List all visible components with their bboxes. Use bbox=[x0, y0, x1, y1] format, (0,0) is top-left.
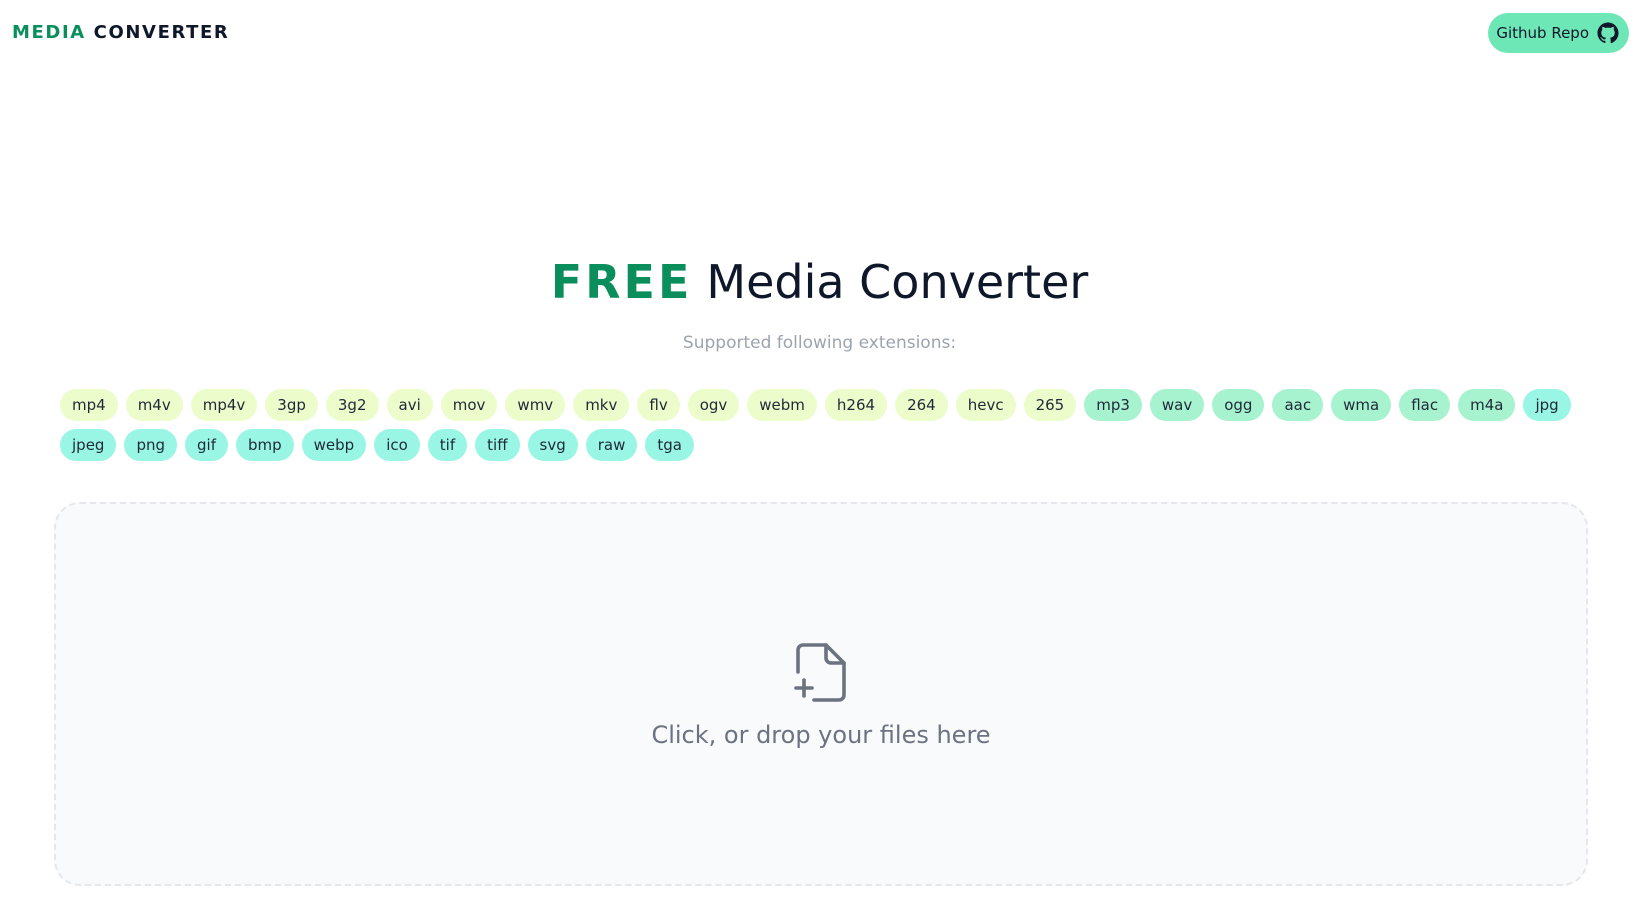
extension-chip-video: 3g2 bbox=[325, 389, 379, 421]
extension-chip-image: bmp bbox=[236, 429, 294, 461]
extension-chip-video: m4v bbox=[125, 389, 183, 421]
github-icon bbox=[1597, 22, 1619, 44]
extension-chip-audio: mp3 bbox=[1084, 389, 1142, 421]
extension-chip-video: webm bbox=[747, 389, 817, 421]
logo[interactable]: MEDIA CONVERTER bbox=[12, 20, 229, 46]
extension-chip-image: png bbox=[124, 429, 178, 461]
github-repo-button[interactable]: Github Repo bbox=[1488, 13, 1629, 53]
title-accent: FREE bbox=[550, 255, 693, 309]
extension-list: mp4 m4v mp4v 3gp 3g2 avi mov wmv mkv flv ogv webm h2… bbox=[60, 389, 1600, 461]
navbar: MEDIA CONVERTER Github Repo bbox=[0, 0, 1639, 66]
extension-chip-audio: flac bbox=[1399, 389, 1451, 421]
extension-chip-audio: ogg bbox=[1212, 389, 1265, 421]
subtitle: Supported following extensions: bbox=[682, 333, 957, 353]
extension-chip-image: tif bbox=[427, 429, 468, 461]
extension-chip-image: jpg bbox=[1523, 389, 1571, 421]
extension-chip-video: h264 bbox=[824, 389, 888, 421]
extension-chip-video: mp4v bbox=[190, 389, 258, 421]
extension-chip-video: mkv bbox=[573, 389, 630, 421]
extension-chip-video: 3gp bbox=[265, 389, 318, 421]
extension-chip-image: raw bbox=[585, 429, 638, 461]
extension-chip-video: mp4 bbox=[60, 389, 118, 421]
page-title: FREE Media Converter bbox=[0, 254, 1639, 310]
file-plus-icon bbox=[794, 642, 848, 702]
logo-accent: MEDIA bbox=[12, 22, 86, 43]
github-button-label: Github Repo bbox=[1496, 24, 1589, 42]
extension-chip-audio: wav bbox=[1149, 389, 1205, 421]
extension-chip-video: mov bbox=[440, 389, 498, 421]
extension-chip-image: jpeg bbox=[60, 429, 117, 461]
extension-chip-audio: aac bbox=[1272, 389, 1324, 421]
dropzone-text: Click, or drop your files here bbox=[651, 721, 991, 749]
extension-chip-video: 264 bbox=[895, 389, 948, 421]
extension-chip-video: avi bbox=[386, 389, 433, 421]
title-text: Media Converter bbox=[706, 255, 1089, 309]
extension-chip-image: svg bbox=[527, 429, 578, 461]
extension-chip-image: tga bbox=[645, 429, 694, 461]
extension-chip-image: tiff bbox=[475, 429, 520, 461]
extension-chip-video: 265 bbox=[1023, 389, 1077, 421]
extension-chip-video: flv bbox=[637, 389, 680, 421]
extension-chip-audio: m4a bbox=[1458, 389, 1516, 421]
extension-chip-video: hevc bbox=[955, 389, 1016, 421]
file-dropzone[interactable]: Click, or drop your files here bbox=[54, 502, 1588, 886]
logo-text: CONVERTER bbox=[93, 22, 230, 43]
extension-chip-audio: wma bbox=[1331, 389, 1392, 421]
extension-chip-image: ico bbox=[374, 429, 420, 461]
extension-chip-image: gif bbox=[185, 429, 228, 461]
extension-chip-video: ogv bbox=[687, 389, 740, 421]
extension-chip-image: webp bbox=[301, 429, 367, 461]
extension-chip-video: wmv bbox=[505, 389, 566, 421]
